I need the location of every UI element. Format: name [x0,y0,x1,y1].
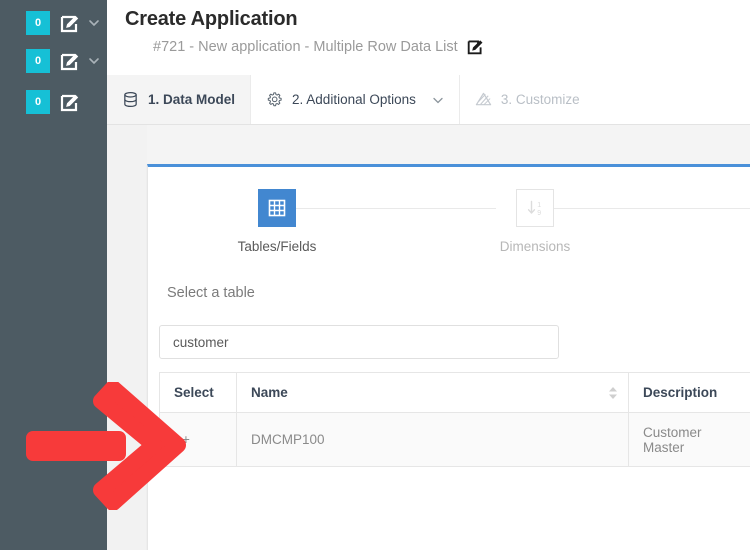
edit-square-icon[interactable] [60,92,80,112]
table-search-input[interactable] [159,325,559,359]
tab-data-model[interactable]: 1. Data Model [107,75,252,124]
sidebar-row-3[interactable]: 0 [0,83,107,121]
step-dimensions[interactable]: 1 9 Dimensions [475,189,595,254]
sidebar-row-2[interactable]: 0 [0,42,107,80]
sidebar-badge-count: 0 [26,90,50,114]
column-header-description: Description [628,372,750,413]
body-top-gutter [147,125,750,165]
sidebar-badge-count: 0 [26,49,50,73]
tab-label: 1. Data Model [148,92,236,107]
row-name: DMCMP100 [236,412,629,467]
column-header-select: Select [159,372,237,413]
page-header: Create Application #721 - New applicatio… [107,0,750,75]
tab-customize: 3. Customize [460,75,595,124]
chevron-down-icon[interactable] [88,55,100,67]
chevron-down-icon[interactable] [432,94,444,106]
table-header-row: Select Name Description [159,372,750,413]
column-label: Name [251,385,288,400]
select-table-label: Select a table [167,285,255,301]
page-subtitle-row: #721 - New application - Multiple Row Da… [153,38,484,55]
wizard-tabbar: 1. Data Model 2. Additional Options 3. C… [107,75,750,125]
column-label: Select [174,385,214,400]
layers-icon [475,91,492,108]
tables-list-table: Select Name Description + DMCMP100 Custo… [159,372,750,467]
sort-updown-icon[interactable] [608,386,618,400]
gear-icon [266,91,283,108]
column-header-name[interactable]: Name [236,372,629,413]
data-model-panel: Tables/Fields 1 9 Dimensions Select a ta… [147,164,750,550]
step-tables-fields[interactable]: Tables/Fields [217,189,337,254]
step-indicator: Tables/Fields 1 9 Dimensions [148,189,750,271]
edit-square-icon[interactable] [467,38,484,55]
edit-square-icon[interactable] [60,51,80,71]
table-grid-icon [258,189,296,227]
body-left-gutter [107,125,147,550]
sidebar-row-1[interactable]: 0 [0,4,107,42]
database-icon [122,91,139,108]
page-subtitle: #721 - New application - Multiple Row Da… [153,38,458,55]
tab-label: 2. Additional Options [292,92,416,107]
table-row[interactable]: + DMCMP100 Customer Master [159,412,750,467]
step-label: Dimensions [499,239,571,254]
left-sidebar: 0 0 0 [0,0,107,550]
sort-numeric-icon: 1 9 [516,189,554,227]
edit-square-icon[interactable] [60,13,80,33]
row-select-add-button[interactable]: + [159,412,237,467]
svg-text:1: 1 [537,202,541,209]
sidebar-badge-count: 0 [26,11,50,35]
tab-additional-options[interactable]: 2. Additional Options [251,75,460,124]
column-label: Description [643,385,718,400]
app-root: 0 0 0 Create Application #721 - New appl… [0,0,750,550]
chevron-down-icon[interactable] [88,17,100,29]
tab-label: 3. Customize [500,92,580,107]
row-description: Customer Master [628,412,750,467]
svg-text:9: 9 [537,210,541,217]
step-label: Tables/Fields [237,239,317,254]
page-title: Create Application [125,8,298,30]
